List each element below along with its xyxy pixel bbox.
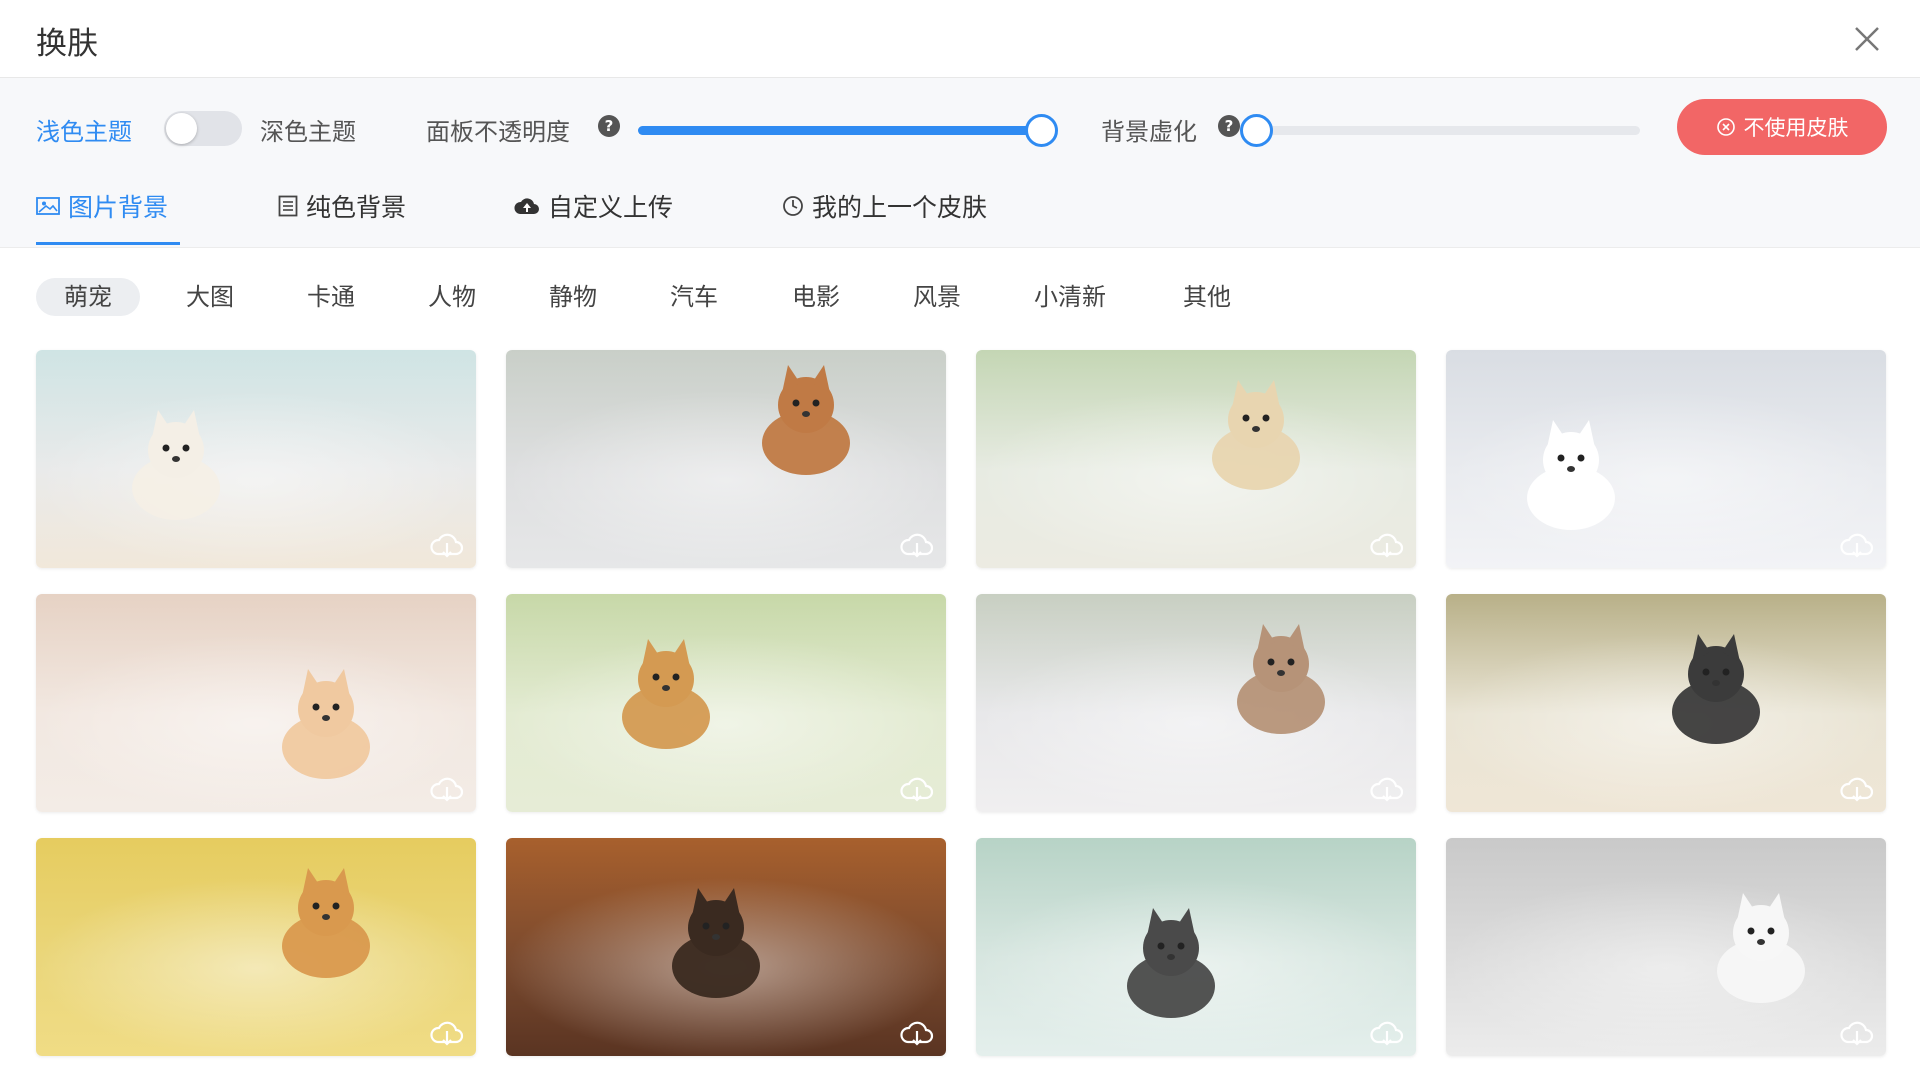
close-icon: [1855, 27, 1879, 51]
download-cloud-icon[interactable]: [900, 1020, 934, 1048]
thumbnail-image: [506, 350, 946, 568]
skin-thumbnail[interactable]: [976, 594, 1416, 812]
download-cloud-icon[interactable]: [1840, 776, 1874, 804]
tab-custom-upload[interactable]: 自定义上传: [514, 188, 673, 224]
skin-thumbnail[interactable]: [36, 838, 476, 1056]
skin-thumbnail[interactable]: [1446, 838, 1886, 1056]
active-tab-indicator: [36, 242, 180, 245]
blur-slider-thumb[interactable]: [1240, 114, 1273, 147]
category-0[interactable]: 萌宠: [36, 278, 140, 316]
dark-theme-label[interactable]: 深色主题: [260, 112, 356, 147]
no-skin-label: 不使用皮肤: [1743, 116, 1849, 140]
dialog-title: 换肤: [36, 26, 98, 62]
thumbnail-image: [1446, 838, 1886, 1056]
clock-icon: [783, 196, 803, 216]
category-7[interactable]: 风景: [913, 278, 961, 316]
thumbnail-image: [976, 838, 1416, 1056]
thumbnail-image: [1446, 594, 1886, 812]
opacity-slider-fill: [638, 126, 1042, 135]
list-icon: [278, 195, 298, 217]
download-cloud-icon[interactable]: [1370, 776, 1404, 804]
download-cloud-icon[interactable]: [900, 532, 934, 560]
tab-solid-background[interactable]: 纯色背景: [278, 188, 406, 224]
thumbnail-image: [1446, 350, 1886, 568]
tab-label: 我的上一个皮肤: [812, 193, 988, 222]
toggle-knob: [166, 113, 197, 144]
category-bar: 萌宠 大图 卡通 人物 静物 汽车 电影 风景 小清新 其他: [0, 248, 1920, 348]
settings-bar: 浅色主题 深色主题 面板不透明度 ? 背景虚化 ? 不使用皮肤: [0, 78, 1920, 180]
category-1[interactable]: 大图: [186, 278, 234, 316]
category-9[interactable]: 其他: [1183, 278, 1231, 316]
skin-thumbnail[interactable]: [1446, 594, 1886, 812]
blur-help-icon[interactable]: ?: [1218, 115, 1240, 137]
category-6[interactable]: 电影: [792, 278, 840, 316]
download-cloud-icon[interactable]: [1840, 532, 1874, 560]
tab-image-background[interactable]: 图片背景: [36, 188, 168, 224]
download-cloud-icon[interactable]: [900, 776, 934, 804]
skin-thumbnail[interactable]: [506, 838, 946, 1056]
category-2[interactable]: 卡通: [307, 278, 355, 316]
cloud-upload-icon: [514, 198, 539, 214]
thumbnail-image: [976, 350, 1416, 568]
category-8[interactable]: 小清新: [1034, 278, 1106, 316]
download-cloud-icon[interactable]: [1370, 532, 1404, 560]
skin-dialog: 换肤 浅色主题 深色主题 面板不透明度 ? 背景虚化 ? 不使用皮肤 图片背景 …: [0, 0, 1920, 1080]
opacity-label: 面板不透明度: [426, 118, 570, 146]
download-cloud-icon[interactable]: [1370, 1020, 1404, 1048]
skin-thumbnail[interactable]: [36, 594, 476, 812]
no-skin-button[interactable]: 不使用皮肤: [1677, 99, 1887, 155]
opacity-slider-thumb[interactable]: [1025, 114, 1058, 147]
close-button[interactable]: [1850, 22, 1884, 56]
skin-thumbnail[interactable]: [976, 838, 1416, 1056]
tab-previous-skin[interactable]: 我的上一个皮肤: [782, 188, 987, 224]
light-theme-label[interactable]: 浅色主题: [36, 112, 132, 147]
category-3[interactable]: 人物: [428, 278, 476, 316]
opacity-slider[interactable]: [638, 114, 1058, 147]
category-4[interactable]: 静物: [549, 278, 597, 316]
download-cloud-icon[interactable]: [430, 532, 464, 560]
theme-toggle[interactable]: [164, 111, 242, 146]
thumbnail-image: [36, 594, 476, 812]
download-cloud-icon[interactable]: [1840, 1020, 1874, 1048]
download-cloud-icon[interactable]: [430, 776, 464, 804]
thumbnail-image: [506, 594, 946, 812]
tab-label: 图片背景: [68, 193, 169, 222]
skin-thumbnail[interactable]: [506, 594, 946, 812]
skin-thumbnail[interactable]: [1446, 350, 1886, 568]
close-circle-icon: [1716, 118, 1735, 136]
blur-slider[interactable]: [1240, 114, 1640, 147]
tab-label: 纯色背景: [306, 193, 407, 222]
category-5[interactable]: 汽车: [670, 278, 718, 316]
tab-label: 自定义上传: [548, 193, 674, 222]
opacity-help-icon[interactable]: ?: [598, 115, 620, 137]
thumbnail-image: [36, 350, 476, 568]
skin-thumbnail[interactable]: [36, 350, 476, 568]
skin-thumbnail[interactable]: [976, 350, 1416, 568]
blur-label: 背景虚化: [1101, 118, 1197, 146]
skin-thumbnail[interactable]: [506, 350, 946, 568]
image-icon: [36, 197, 60, 215]
tab-bar: 图片背景 纯色背景 自定义上传 我的上一个皮肤: [0, 180, 1920, 248]
thumbnail-image: [36, 838, 476, 1056]
download-cloud-icon[interactable]: [430, 1020, 464, 1048]
dialog-header: 换肤: [0, 0, 1920, 78]
thumbnail-image: [506, 838, 946, 1056]
thumbnail-image: [976, 594, 1416, 812]
